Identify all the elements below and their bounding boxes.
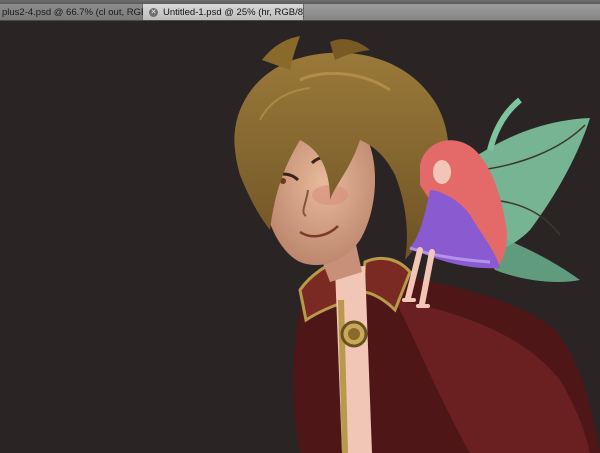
document-canvas[interactable] xyxy=(0,21,600,453)
artwork-illustration xyxy=(234,36,600,453)
tab-label: plus2-4.psd @ 66.7% (cl out, RGB/8) xyxy=(2,6,159,18)
close-icon[interactable]: ✕ xyxy=(149,7,158,17)
fairy-face xyxy=(433,160,451,184)
document-tab-bar: plus2-4.psd @ 66.7% (cl out, RGB/8) ✕ Un… xyxy=(0,4,600,21)
tab-plus2-4[interactable]: plus2-4.psd @ 66.7% (cl out, RGB/8) xyxy=(0,4,158,20)
tab-untitled-1[interactable]: ✕ Untitled-1.psd @ 25% (hr, RGB/8) xyxy=(143,4,307,20)
tab-bar-empty-area xyxy=(304,4,600,20)
tab-label: Untitled-1.psd @ 25% (hr, RGB/8) xyxy=(163,6,307,18)
